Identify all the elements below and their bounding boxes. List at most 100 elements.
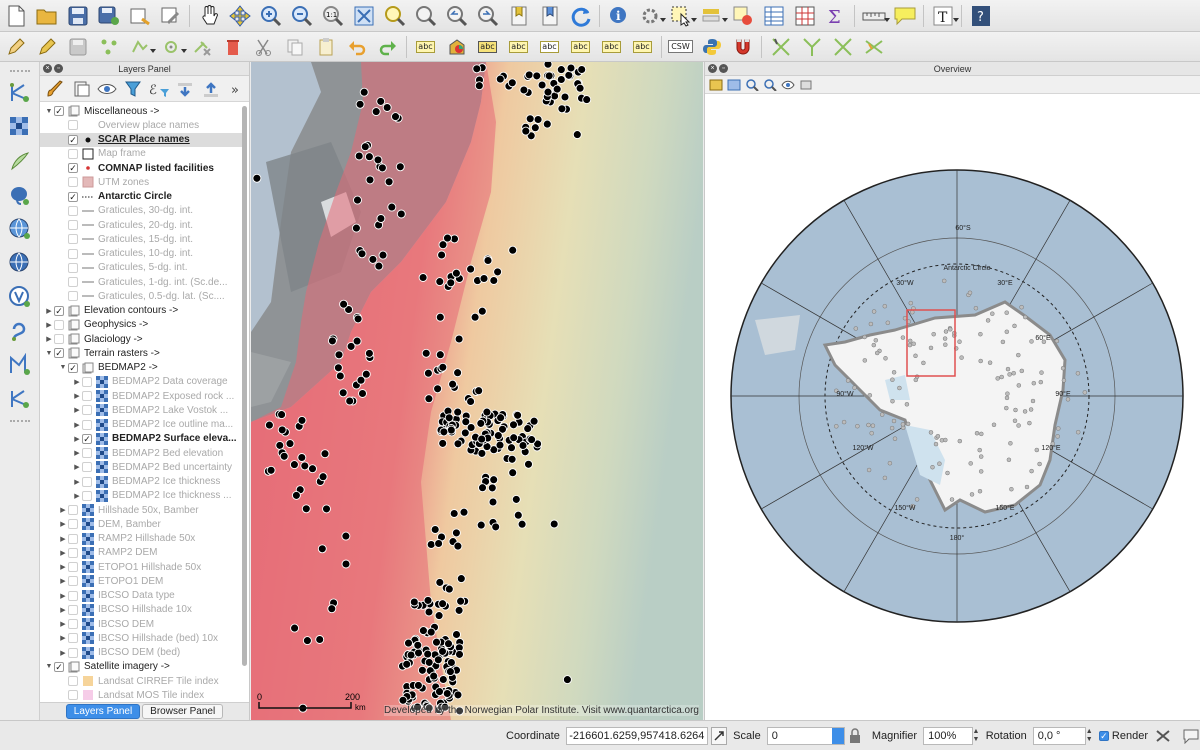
expand-arrow-icon[interactable]: ▶ (72, 435, 82, 443)
layer-row[interactable]: ▶ IBCSO Hillshade (bed) 10x (40, 631, 242, 645)
expand-arrow-icon[interactable]: ▶ (44, 307, 54, 315)
expand-arrow-icon[interactable]: ▶ (58, 535, 68, 543)
expand-arrow-icon[interactable]: ▶ (72, 406, 82, 414)
add-wms-icon[interactable] (7, 216, 33, 242)
layer-row[interactable]: UTM zones (40, 175, 242, 189)
layer-visibility-checkbox[interactable]: ✓ (54, 106, 64, 117)
layer-row[interactable]: ▶ IBCSO Hillshade 10x (40, 603, 242, 617)
add-wcs-icon[interactable] (7, 284, 33, 310)
layer-visibility-checkbox[interactable] (54, 319, 64, 330)
layer-visibility-checkbox[interactable] (82, 490, 92, 501)
layer-row[interactable]: Graticules, 1-dg. int. (Sc.de... (40, 275, 242, 289)
layer-row[interactable]: ▶ BEDMAP2 Bed uncertainty (40, 460, 242, 474)
layer-visibility-checkbox[interactable] (68, 177, 78, 188)
expand-arrow-icon[interactable]: ▼ (44, 108, 54, 115)
expand-arrow-icon[interactable]: ▶ (44, 321, 54, 329)
expand-arrow-icon[interactable]: ▶ (58, 520, 68, 528)
statistics-icon[interactable]: Σ (823, 3, 849, 29)
layer-row[interactable]: ▶ IBCSO DEM (40, 617, 242, 631)
layer-visibility-checkbox[interactable]: ✓ (68, 362, 78, 373)
layer-visibility-checkbox[interactable]: ✓ (68, 163, 78, 174)
rotate-label-icon[interactable]: abc (599, 34, 625, 60)
show-hide-labels-icon[interactable]: abc (537, 34, 563, 60)
expand-arrow-icon[interactable]: ▶ (58, 577, 68, 585)
layer-visibility-checkbox[interactable] (54, 334, 64, 345)
layer-visibility-checkbox[interactable] (68, 234, 78, 245)
select-by-value-icon[interactable] (699, 3, 728, 29)
save-edits-icon[interactable] (65, 34, 91, 60)
layer-row[interactable]: Graticules, 20-dg. int. (40, 218, 242, 232)
intersection-icon[interactable] (830, 34, 856, 60)
cut-features-icon[interactable] (220, 34, 246, 60)
layer-row[interactable]: Landsat CIRREF Tile index (40, 674, 242, 688)
layer-visibility-checkbox[interactable]: ✓ (54, 305, 64, 316)
layer-row[interactable]: ▶ BEDMAP2 Ice outline ma... (40, 418, 242, 432)
add-raster-icon[interactable] (7, 114, 33, 140)
delete-selected-icon[interactable] (189, 34, 215, 60)
close-panel-icon[interactable]: × (43, 64, 52, 73)
expand-arrow-icon[interactable]: ▶ (72, 421, 82, 429)
add-delimited-icon[interactable] (7, 318, 33, 344)
undo-icon[interactable] (344, 34, 370, 60)
layer-tree-scrollbar[interactable] (242, 106, 247, 666)
more-tools-icon[interactable]: » (225, 76, 249, 102)
layer-row[interactable]: Graticules, 0.5-dg. lat. (Sc.... (40, 289, 242, 303)
layer-visibility-checkbox[interactable] (82, 448, 92, 459)
add-group-icon[interactable] (69, 76, 93, 102)
layer-row[interactable]: ▶ DEM, Bamber (40, 517, 242, 531)
layer-row[interactable]: ▶ BEDMAP2 Ice thickness ... (40, 489, 242, 503)
layer-visibility-checkbox[interactable]: ✓ (82, 433, 92, 444)
scale-dropdown-icon[interactable] (831, 727, 844, 744)
paste-features-2-icon[interactable] (313, 34, 339, 60)
layer-visibility-checkbox[interactable] (68, 205, 78, 216)
show-bookmarks-icon[interactable] (537, 3, 563, 29)
expand-arrow-icon[interactable]: ▶ (58, 606, 68, 614)
layer-row[interactable]: ✓ COMNAP listed facilities (40, 161, 242, 175)
add-wfs-icon[interactable] (7, 250, 33, 276)
redo-icon[interactable] (375, 34, 401, 60)
filter-legend-icon[interactable] (121, 76, 145, 102)
layer-visibility-checkbox[interactable] (68, 576, 78, 587)
new-bookmark-icon[interactable] (506, 3, 532, 29)
split-icon[interactable] (768, 34, 794, 60)
layer-group-row[interactable]: ▶ Geophysics -> (40, 318, 242, 332)
text-annotation-icon[interactable]: T (930, 3, 959, 29)
layer-visibility-checkbox[interactable]: ✓ (68, 134, 78, 145)
save-project-icon[interactable] (65, 3, 91, 29)
layer-visibility-checkbox[interactable] (68, 505, 78, 516)
layer-visibility-checkbox[interactable] (82, 462, 92, 473)
identify-icon[interactable]: i (606, 3, 632, 29)
layer-row[interactable]: ✓ SCAR Place names (40, 132, 242, 147)
layer-row[interactable]: ✓ Antarctic Circle (40, 190, 242, 204)
layer-group-row[interactable]: ▼ ✓ Miscellaneous -> (40, 104, 242, 118)
layer-row[interactable]: Overview place names (40, 118, 242, 132)
toggle-extents-icon[interactable] (710, 726, 728, 745)
zoom-to-selection-icon[interactable] (382, 3, 408, 29)
layer-row[interactable]: Graticules, 5-dg. int. (40, 261, 242, 275)
measure-icon[interactable] (861, 3, 890, 29)
add-gpx-icon[interactable] (7, 352, 33, 378)
layer-visibility-checkbox[interactable] (68, 519, 78, 530)
layer-visibility-checkbox[interactable]: ✓ (54, 348, 64, 359)
layer-row[interactable]: ▶ RAMP2 Hillshade 50x (40, 532, 242, 546)
label-icon[interactable]: abc (413, 34, 439, 60)
layer-visibility-checkbox[interactable] (68, 690, 78, 701)
layer-visibility-checkbox[interactable] (68, 633, 78, 644)
layer-visibility-checkbox[interactable] (82, 405, 92, 416)
rotation-field[interactable]: 0,0 ° (1032, 726, 1086, 745)
expand-arrow-icon[interactable]: ▶ (58, 506, 68, 514)
expand-arrow-icon[interactable]: ▼ (44, 350, 54, 357)
layer-visibility-checkbox[interactable] (68, 562, 78, 573)
annotation-icon[interactable] (892, 3, 918, 29)
layer-group-row[interactable]: ▼ ✓ BEDMAP2 -> (40, 361, 242, 375)
rotation-stepper[interactable]: ▲ ▼ (1086, 728, 1093, 744)
render-checkbox[interactable]: ✓ (1098, 730, 1109, 741)
add-postgis-icon[interactable] (7, 182, 33, 208)
layer-visibility-checkbox[interactable] (68, 619, 78, 630)
expand-arrow-icon[interactable]: ▶ (72, 378, 82, 386)
change-label-icon[interactable]: abc (630, 34, 656, 60)
visibility-eye-icon[interactable] (95, 76, 119, 102)
messages-icon[interactable] (1182, 728, 1200, 744)
map-canvas[interactable]: 0 200 km Developed by the Norwegian Pola… (251, 62, 703, 720)
layer-group-row[interactable]: ▼ ✓ Terrain rasters -> (40, 346, 242, 360)
